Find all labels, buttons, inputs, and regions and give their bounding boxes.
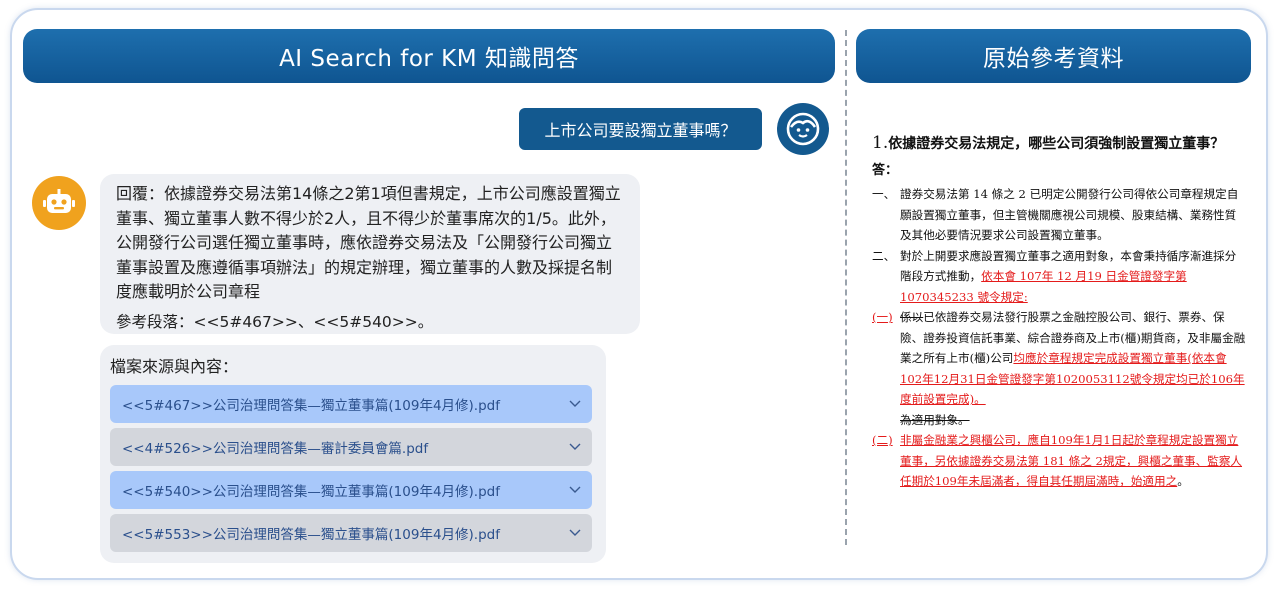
- doc-paragraph-text: 證券交易法第 14 條之 2 已明定公開發行公司得依公司章程規定自願設置獨立董事…: [900, 187, 1239, 242]
- doc-deleted-text: 係以: [900, 310, 924, 324]
- doc-paragraph-marker: (二): [872, 433, 893, 447]
- chevron-down-icon[interactable]: [568, 440, 582, 454]
- answer-text: 回覆：依據證券交易法第14條之2第1項但書規定，上市公司應設置獨立董事、獨立董事…: [116, 184, 621, 301]
- chevron-down-icon[interactable]: [568, 483, 582, 497]
- source-item-label: <<4#526>>公司治理問答集—審計委員會篇.pdf: [122, 441, 429, 457]
- reference-document: 1.依據證券交易法規定，哪些公司須強制設置獨立董事？ 答： 一、 證券交易法第 …: [872, 133, 1247, 533]
- doc-paragraph-2: 二、 對於上開要求應設置獨立董事之適用對象，本會秉持循序漸進採分階段方式推動，依…: [872, 246, 1247, 308]
- source-item-label: <<5#553>>公司治理問答集—獨立董事篇(109年4月修).pdf: [122, 527, 500, 543]
- doc-question-text: 依據證券交易法規定，哪些公司須強制設置獨立董事？: [888, 136, 1225, 152]
- source-item[interactable]: <<5#553>>公司治理問答集—獨立董事篇(109年4月修).pdf: [110, 514, 592, 552]
- doc-paragraph-marker: 二、: [872, 248, 896, 263]
- doc-paragraph-4: (二) 非屬金融業之興櫃公司，應自109年1月1日起於章程規定設置獨立董事，另依…: [872, 430, 1247, 492]
- sources-panel: 檔案來源與內容： <<5#467>>公司治理問答集—獨立董事篇(109年4月修)…: [100, 345, 606, 563]
- doc-paragraph-marker: (一): [872, 310, 893, 324]
- doc-revision-text: 非屬金融業之興櫃公司，應自109年1月1日起於章程規定設置獨立董事，另依據證券交…: [900, 433, 1243, 488]
- user-avatar-icon: [777, 103, 829, 155]
- doc-question: 1.依據證券交易法規定，哪些公司須強制設置獨立董事？: [872, 133, 1247, 153]
- reference-panel-title: 原始參考資料: [856, 29, 1251, 83]
- chevron-down-icon[interactable]: [568, 526, 582, 540]
- sources-title: 檔案來源與內容：: [110, 357, 239, 376]
- bot-avatar-icon: [32, 176, 86, 230]
- source-item[interactable]: <<5#467>>公司治理問答集—獨立董事篇(109年4月修).pdf: [110, 385, 592, 423]
- source-item-label: <<5#540>>公司治理問答集—獨立董事篇(109年4月修).pdf: [122, 484, 500, 500]
- doc-answer-label: 答：: [872, 163, 899, 178]
- doc-paragraph-marker: 一、: [872, 187, 896, 201]
- doc-paragraph-3: (一) 係以已依證券交易法發行股票之金融控股公司、銀行、票券、保險、證券投資信託…: [872, 307, 1247, 430]
- source-item-label: <<5#467>>公司治理問答集—獨立董事篇(109年4月修).pdf: [122, 398, 500, 414]
- source-item[interactable]: <<5#540>>公司治理問答集—獨立董事篇(109年4月修).pdf: [110, 471, 592, 509]
- chevron-down-icon[interactable]: [568, 397, 582, 411]
- doc-paragraph-text: 。: [1177, 474, 1189, 488]
- chat-panel-title: AI Search for KM 知識問答: [23, 29, 835, 83]
- user-question-bubble: 上市公司要設獨立董事嗎？: [519, 108, 762, 150]
- doc-paragraph-1: 一、 證券交易法第 14 條之 2 已明定公開發行公司得依公司章程規定自願設置獨…: [872, 184, 1247, 246]
- source-item[interactable]: <<4#526>>公司治理問答集—審計委員會篇.pdf: [110, 428, 592, 466]
- doc-question-number: 1.: [872, 133, 889, 153]
- answer-reference: 參考段落：<<5#467>>、<<5#540>>。: [116, 312, 434, 331]
- panel-divider: [845, 30, 847, 545]
- answer-bubble: 回覆：依據證券交易法第14條之2第1項但書規定，上市公司應設置獨立董事、獨立董事…: [100, 174, 640, 334]
- doc-deleted-text: 為適用對象。: [900, 412, 970, 427]
